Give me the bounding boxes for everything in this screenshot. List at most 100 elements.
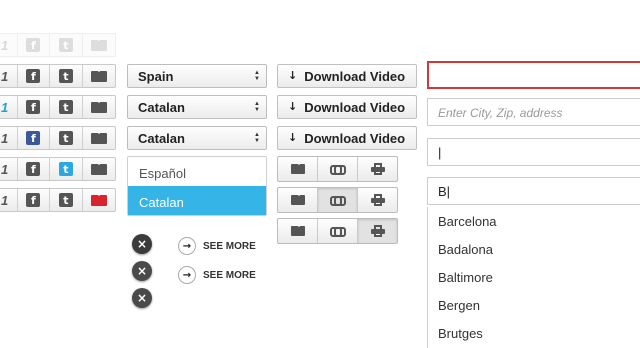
email-button[interactable] bbox=[278, 157, 318, 181]
email-button[interactable] bbox=[278, 219, 318, 243]
share-twitter-button[interactable]: t bbox=[50, 65, 83, 87]
action-group bbox=[277, 218, 398, 244]
location-autocomplete-input[interactable]: B| bbox=[427, 177, 640, 205]
mail-icon bbox=[90, 132, 107, 144]
dropdown-option-selected[interactable]: Catalan bbox=[128, 186, 266, 215]
share-count: 1 bbox=[0, 65, 18, 87]
share-bar: 1 f t bbox=[0, 95, 116, 119]
share-count: 1 bbox=[0, 127, 18, 149]
mail-icon bbox=[290, 164, 305, 174]
facebook-icon: f bbox=[26, 162, 41, 176]
see-more-link[interactable]: → SEE MORE bbox=[178, 266, 256, 284]
share-mail-button[interactable] bbox=[83, 96, 115, 118]
email-button[interactable] bbox=[278, 188, 318, 212]
facebook-icon: f bbox=[26, 69, 41, 83]
print-button[interactable] bbox=[358, 188, 397, 212]
location-input-focused[interactable]: | bbox=[427, 138, 640, 166]
mail-icon bbox=[90, 101, 107, 113]
dropdown-option[interactable]: Español bbox=[128, 157, 266, 186]
location-input[interactable]: Enter City, Zip, address bbox=[427, 98, 640, 126]
share-twitter-button[interactable]: t bbox=[50, 96, 83, 118]
print-button[interactable] bbox=[358, 219, 397, 243]
arrow-right-icon: → bbox=[178, 266, 196, 284]
language-select-open[interactable]: Catalan ▲ ▼ bbox=[127, 126, 267, 150]
download-video-button[interactable]: ↓ Download Video bbox=[277, 64, 417, 88]
language-select[interactable]: Catalan ▲ ▼ bbox=[127, 95, 267, 119]
share-twitter-button[interactable]: t bbox=[50, 158, 83, 180]
close-icon: × bbox=[136, 264, 148, 278]
autocomplete-item[interactable]: Brutges bbox=[428, 319, 640, 347]
share-facebook-button[interactable]: f bbox=[18, 96, 51, 118]
share-mail-button[interactable] bbox=[83, 65, 115, 87]
twitter-icon: t bbox=[58, 162, 73, 176]
language-select-value: Catalan bbox=[138, 131, 185, 146]
link-icon bbox=[329, 196, 346, 206]
select-arrows-icon: ▲ ▼ bbox=[254, 70, 260, 82]
location-input-error[interactable] bbox=[427, 61, 640, 89]
twitter-icon: t bbox=[58, 100, 73, 114]
facebook-icon: f bbox=[26, 131, 41, 145]
share-bar: 1 f t bbox=[0, 157, 116, 181]
country-select[interactable]: Spain ▲ ▼ bbox=[127, 64, 267, 88]
close-button[interactable]: × bbox=[132, 261, 152, 281]
download-video-button[interactable]: ↓ Download Video bbox=[277, 95, 417, 119]
download-video-button[interactable]: ↓ Download Video bbox=[277, 126, 417, 150]
link-icon bbox=[329, 165, 346, 175]
share-bar: 1 f t bbox=[0, 64, 116, 88]
facebook-icon: f bbox=[26, 100, 41, 114]
autocomplete-item[interactable]: Badalona bbox=[428, 235, 640, 263]
download-label: Download Video bbox=[304, 131, 406, 146]
close-button[interactable]: × bbox=[132, 234, 152, 254]
share-twitter-button[interactable]: t bbox=[50, 127, 83, 149]
download-icon: ↓ bbox=[288, 131, 298, 144]
language-dropdown: Español Catalan bbox=[127, 156, 267, 216]
share-count[interactable]: 1 bbox=[0, 96, 18, 118]
share-facebook-button[interactable]: f bbox=[18, 127, 51, 149]
mail-icon bbox=[90, 194, 107, 206]
print-icon bbox=[370, 194, 385, 206]
see-more-label: SEE MORE bbox=[203, 240, 256, 252]
country-select-value: Spain bbox=[138, 69, 174, 84]
download-icon: ↓ bbox=[288, 100, 298, 113]
action-group bbox=[277, 187, 398, 213]
share-twitter-button[interactable]: t bbox=[50, 189, 83, 211]
share-facebook-button[interactable]: f bbox=[18, 189, 51, 211]
autocomplete-item[interactable]: Baltimore bbox=[428, 263, 640, 291]
print-button[interactable] bbox=[358, 157, 397, 181]
arrow-right-icon: → bbox=[178, 237, 196, 255]
link-icon bbox=[329, 227, 346, 237]
share-facebook-button[interactable]: f bbox=[18, 65, 51, 87]
mail-icon bbox=[290, 226, 305, 236]
link-button[interactable] bbox=[318, 188, 358, 212]
download-icon: ↓ bbox=[288, 69, 298, 82]
share-bar-disabled: 1 f t bbox=[0, 33, 116, 57]
share-mail-button[interactable] bbox=[83, 189, 115, 211]
link-button[interactable] bbox=[318, 157, 358, 181]
facebook-icon: f bbox=[26, 38, 41, 52]
twitter-icon: t bbox=[58, 193, 73, 207]
share-count: 1 bbox=[0, 189, 18, 211]
close-icon: × bbox=[136, 237, 148, 251]
share-mail-button[interactable] bbox=[83, 158, 115, 180]
download-label: Download Video bbox=[304, 69, 406, 84]
mail-icon bbox=[90, 163, 107, 175]
mail-icon bbox=[90, 70, 107, 82]
share-facebook-button[interactable]: f bbox=[18, 158, 51, 180]
download-label: Download Video bbox=[304, 100, 406, 115]
select-arrows-icon: ▲ ▼ bbox=[254, 132, 260, 144]
share-bar: 1 f t bbox=[0, 126, 116, 150]
autocomplete-list: Barcelona Badalona Baltimore Bergen Brut… bbox=[427, 207, 640, 348]
twitter-icon: t bbox=[58, 38, 73, 52]
autocomplete-item[interactable]: Bergen bbox=[428, 291, 640, 319]
select-arrows-icon: ▲ ▼ bbox=[254, 101, 260, 113]
share-mail-button[interactable] bbox=[83, 127, 115, 149]
see-more-link[interactable]: → SEE MORE bbox=[178, 237, 256, 255]
twitter-icon: t bbox=[58, 131, 73, 145]
print-icon bbox=[370, 163, 385, 175]
share-bar: 1 f t bbox=[0, 188, 116, 212]
link-button[interactable] bbox=[318, 219, 358, 243]
autocomplete-item[interactable]: Barcelona bbox=[428, 207, 640, 235]
twitter-icon: t bbox=[58, 69, 73, 83]
close-button[interactable]: × bbox=[132, 288, 152, 308]
share-count: 1 bbox=[0, 158, 18, 180]
